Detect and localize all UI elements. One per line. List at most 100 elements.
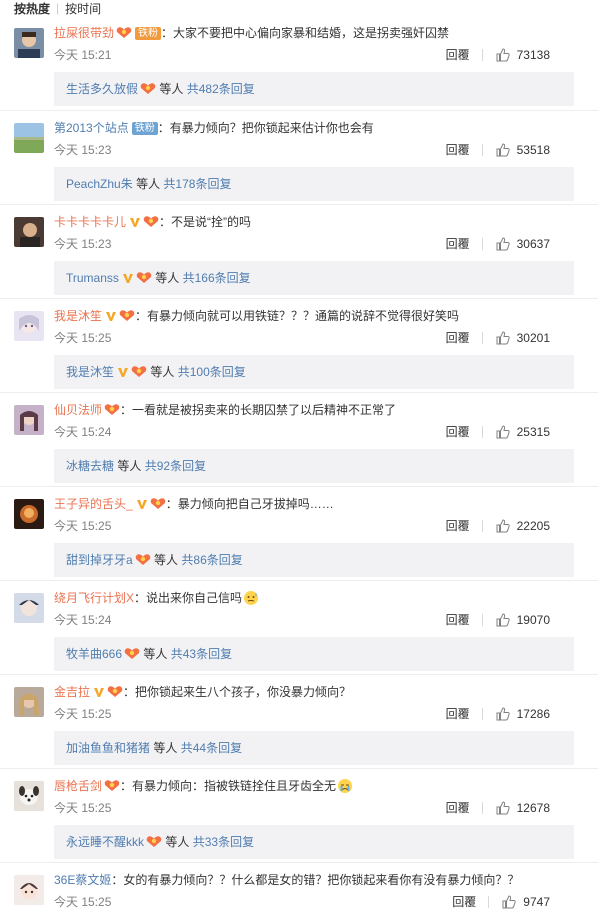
comment-item: 第2013个站点 铁粉 ：有暴力倾向？把你锁起来估计你也会有 今天 15:23 回覆 53… (0, 110, 598, 204)
reply-button[interactable]: 回覆 (446, 329, 470, 347)
reply-button[interactable]: 回覆 (446, 799, 470, 817)
comment-text: ：说出来你自己信吗 (134, 591, 243, 605)
comment-item: 仙贝法师 ：一看就是被拐卖来的长期囚禁了以后精神不正常了 今天 15:24 回覆 253… (0, 392, 598, 486)
replies-summary: 甜到掉牙牙a 等人 共86条回复 (54, 543, 574, 577)
replies-summary: 我是沐笙 等人 共100条回复 (54, 355, 574, 389)
user-avatar[interactable] (14, 311, 44, 341)
comment-author[interactable]: 仙贝法师 (54, 403, 102, 417)
comment-actions: 回覆 22205 (446, 517, 550, 535)
reply-etc-label: 等人 (165, 835, 190, 849)
user-tag-badge: 铁粉 (131, 122, 158, 135)
reply-button[interactable]: 回覆 (446, 423, 470, 441)
reply-user-link[interactable]: 生活多久放假 (66, 82, 138, 96)
user-avatar[interactable] (14, 687, 44, 717)
fan-level-badge-icon (136, 271, 152, 284)
reply-count-link[interactable]: 共86条回复 (181, 553, 242, 567)
comment-text: ：大家不要把中心偏向家暴和结婚，这是拐卖强奸囚禁 (161, 26, 450, 40)
comment-author[interactable]: 金吉拉 (54, 685, 90, 699)
verified-v-icon (122, 272, 134, 284)
comment-meta: 今天 15:24 回覆 19070 (54, 611, 574, 629)
like-button[interactable]: 19070 (495, 611, 550, 629)
reply-user-link[interactable]: 我是沐笙 (66, 365, 114, 379)
sort-by-time-tab[interactable]: 按时间 (65, 0, 101, 17)
reply-button[interactable]: 回覆 (446, 141, 470, 159)
user-avatar[interactable] (14, 28, 44, 58)
reply-count-link[interactable]: 共100条回复 (178, 365, 246, 379)
reply-count-link[interactable]: 共166条回复 (183, 271, 251, 285)
comment-author[interactable]: 绕月飞行计划X (54, 591, 134, 605)
user-avatar[interactable] (14, 499, 44, 529)
reply-user-link[interactable]: 牧羊曲666 (66, 647, 122, 661)
user-avatar[interactable] (14, 875, 44, 905)
comment-author[interactable]: 拉屎很带劲 (54, 26, 114, 40)
comment-text-line: 金吉拉 ：把你锁起来生八个孩子，你没暴力倾向？ (54, 683, 580, 701)
reply-count-link[interactable]: 共33条回复 (193, 835, 254, 849)
like-count: 30637 (516, 237, 550, 251)
reply-button[interactable]: 回覆 (446, 517, 470, 535)
reply-button[interactable]: 回覆 (446, 46, 470, 64)
user-avatar[interactable] (14, 217, 44, 247)
replies-summary: Trumanss 等人 共166条回复 (54, 261, 574, 295)
like-count: 53518 (516, 143, 550, 157)
thumbs-up-icon (496, 707, 510, 721)
user-avatar[interactable] (14, 123, 44, 153)
reply-count-link[interactable]: 共482条回复 (187, 82, 255, 96)
comment-time: 今天 15:23 (54, 237, 112, 251)
comment-text-line: 王子异的舌头_ ：暴力倾向把自己牙拔掉吗…… (54, 495, 580, 513)
comment-text: ：把你锁起来生八个孩子，你没暴力倾向？ (123, 685, 352, 699)
verified-v-icon (93, 686, 105, 698)
comment-actions: 回覆 30637 (446, 235, 550, 253)
like-button[interactable]: 30201 (495, 329, 550, 347)
reply-user-link[interactable]: 甜到掉牙牙a (66, 553, 133, 567)
user-avatar[interactable] (14, 781, 44, 811)
reply-button[interactable]: 回覆 (446, 235, 470, 253)
like-button[interactable]: 9747 (501, 893, 550, 911)
comment-author[interactable]: 唇枪舌剑 (54, 779, 102, 793)
reply-count-link[interactable]: 共44条回复 (181, 741, 242, 755)
like-count: 22205 (516, 519, 550, 533)
comment-author[interactable]: 王子异的舌头_ (54, 497, 133, 511)
comment-text-line: 唇枪舌剑 ：有暴力倾向：指被铁链拴住且牙齿全无 (54, 777, 580, 795)
user-avatar[interactable] (14, 593, 44, 623)
comment-author[interactable]: 卡卡卡卡卡儿 (54, 215, 126, 229)
comment-actions: 回覆 9747 (452, 893, 550, 911)
like-button[interactable]: 30637 (495, 235, 550, 253)
reply-count-link[interactable]: 共92条回复 (145, 459, 206, 473)
user-avatar[interactable] (14, 405, 44, 435)
comment-author[interactable]: 36E蔡文姬 (54, 873, 111, 887)
like-button[interactable]: 53518 (495, 141, 550, 159)
comment-item: 金吉拉 ：把你锁起来生八个孩子，你没暴力倾向？ 今天 15:25 回覆 17286 加油鱼… (0, 674, 598, 768)
reply-etc-label: 等人 (117, 459, 142, 473)
like-button[interactable]: 73138 (495, 46, 550, 64)
like-count: 19070 (516, 613, 550, 627)
reply-user-link[interactable]: 冰糖去糖 (66, 459, 114, 473)
reply-button[interactable]: 回覆 (446, 705, 470, 723)
like-button[interactable]: 12678 (495, 799, 550, 817)
thumbs-up-icon (496, 613, 510, 627)
like-button[interactable]: 17286 (495, 705, 550, 723)
replies-summary: 冰糖去糖 等人 共92条回复 (54, 449, 574, 483)
comment-author[interactable]: 第2013个站点 (54, 121, 129, 135)
comment-text-line: 绕月飞行计划X：说出来你自己信吗 (54, 589, 580, 607)
reply-count-link[interactable]: 共178条回复 (163, 177, 231, 191)
reply-etc-label: 等人 (136, 177, 161, 191)
thumbs-up-icon (496, 331, 510, 345)
reply-user-link[interactable]: PeachZhu朱 (66, 177, 133, 191)
reply-button[interactable]: 回覆 (446, 611, 470, 629)
comment-meta: 今天 15:25 回覆 12678 (54, 799, 574, 817)
comment-text-line: 第2013个站点 铁粉 ：有暴力倾向？把你锁起来估计你也会有 (54, 119, 580, 137)
reply-user-link[interactable]: 加油鱼鱼和猪猪 (66, 741, 150, 755)
comment-author[interactable]: 我是沐笙 (54, 309, 102, 323)
action-divider (481, 708, 483, 720)
like-button[interactable]: 25315 (495, 423, 550, 441)
sort-by-hot-tab[interactable]: 按热度 (14, 0, 50, 17)
reply-button[interactable]: 回覆 (452, 893, 476, 911)
like-button[interactable]: 22205 (495, 517, 550, 535)
reply-user-link[interactable]: Trumanss (66, 271, 119, 285)
comment-item: 我是沐笙 ：有暴力倾向就可以用铁链？？？通篇的说辞不觉得很好笑吗 今天 15:25 回… (0, 298, 598, 392)
thumb-cry-emoji (337, 778, 353, 794)
fan-level-badge-icon (124, 647, 140, 660)
comment-text-line: 我是沐笙 ：有暴力倾向就可以用铁链？？？通篇的说辞不觉得很好笑吗 (54, 307, 580, 325)
reply-count-link[interactable]: 共43条回复 (171, 647, 232, 661)
reply-user-link[interactable]: 永远睡不醒kkk (66, 835, 144, 849)
